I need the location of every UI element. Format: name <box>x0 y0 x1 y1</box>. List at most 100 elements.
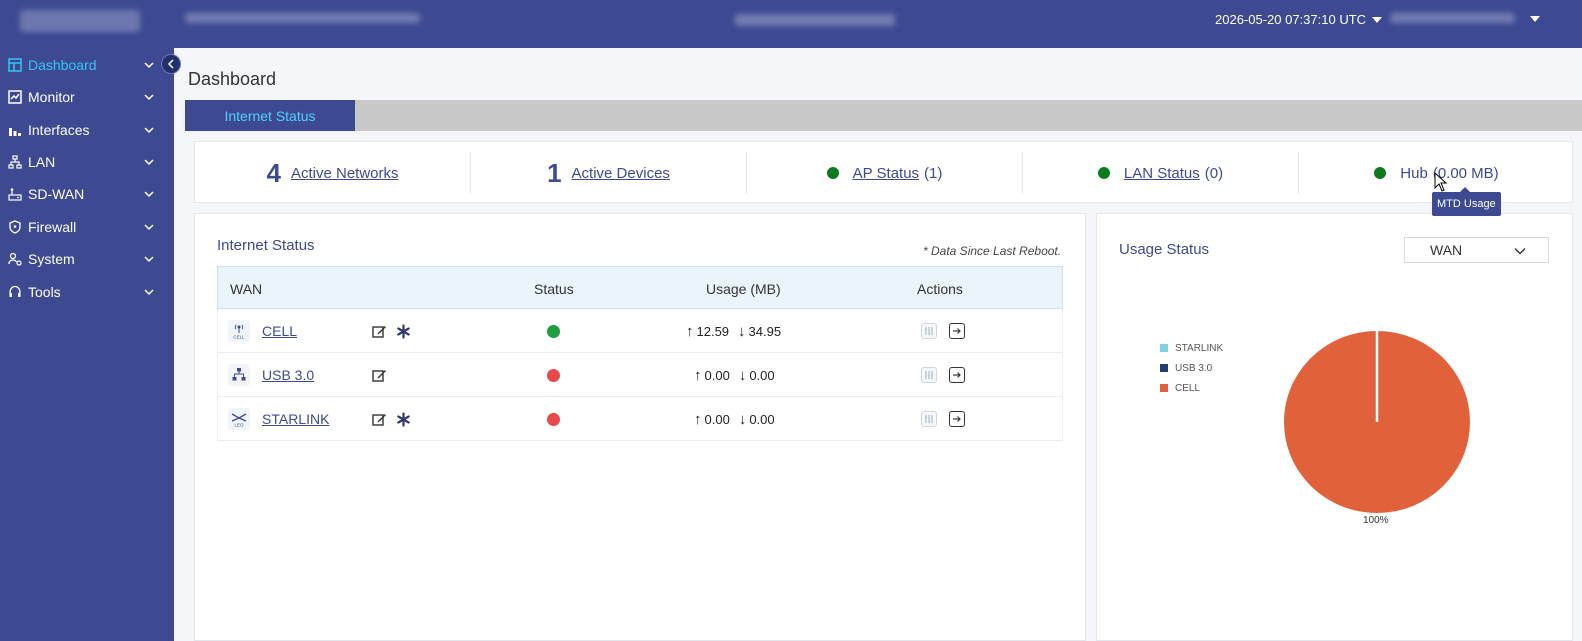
chevron-down-icon <box>144 94 154 101</box>
bar-chart-icon <box>8 123 22 137</box>
page-title: Dashboard <box>188 69 277 89</box>
login-arrow-icon[interactable] <box>949 367 965 383</box>
satellite-icon: LEO <box>228 408 250 430</box>
arrow-down-icon: ↓ <box>738 322 746 340</box>
caret-down-icon <box>1372 16 1383 23</box>
ap-status-link[interactable]: AP Status <box>853 165 919 182</box>
chevron-down-icon <box>144 127 154 134</box>
internet-status-card: Internet Status * Data Since Last Reboot… <box>194 213 1086 641</box>
column-header-usage: Usage (MB) <box>706 281 781 297</box>
wan-link-usb[interactable]: USB 3.0 <box>262 367 314 383</box>
datetime-dropdown[interactable]: 2026-05-20 07:37:10 UTC <box>1215 12 1383 27</box>
settings-sliders-icon[interactable] <box>921 367 937 383</box>
wan-select-value: WAN <box>1430 242 1463 258</box>
settings-sliders-icon[interactable] <box>921 411 937 427</box>
table-row: CELL CELL ↑ 12.59 ↓ 34.95 <box>217 309 1063 353</box>
wan-link-starlink[interactable]: STARLINK <box>262 411 329 427</box>
legend-label: CELL <box>1175 382 1201 394</box>
cell-tower-icon: CELL <box>228 320 250 342</box>
chevron-down-icon <box>1514 248 1526 255</box>
sidebar-item-firewall[interactable]: Firewall <box>0 212 174 242</box>
sidebar-item-sd-wan[interactable]: SD-WAN <box>0 179 174 209</box>
sidebar-item-label: Interfaces <box>28 122 90 138</box>
summary-ap-status: AP Status (1) <box>747 142 1022 204</box>
system-icon <box>8 252 22 266</box>
sidebar-item-dashboard[interactable]: Dashboard <box>0 50 174 80</box>
summary-lan-status: LAN Status (0) <box>1023 142 1298 204</box>
edit-icon[interactable] <box>370 366 388 384</box>
legend-item-starlink[interactable]: STARLINK <box>1160 338 1223 358</box>
monitor-icon <box>8 90 22 104</box>
network-icon <box>228 364 250 386</box>
chevron-left-icon <box>167 59 174 69</box>
blurred-username[interactable] <box>1390 13 1515 23</box>
settings-sliders-icon[interactable] <box>921 323 937 339</box>
shield-icon <box>8 220 22 234</box>
usage-cell: ↑ 0.00 ↓ 0.00 <box>694 353 775 397</box>
arrow-up-icon: ↑ <box>686 322 694 340</box>
lan-icon <box>8 155 22 169</box>
sidebar-item-system[interactable]: System <box>0 244 174 274</box>
sidebar-item-label: Dashboard <box>28 57 97 73</box>
tab-internet-status[interactable]: Internet Status <box>185 100 355 131</box>
hub-status-dot <box>1374 167 1387 179</box>
usage-up: 0.00 <box>704 367 730 383</box>
user-caret-down-icon[interactable] <box>1530 16 1540 22</box>
usage-pie-chart <box>1284 331 1470 513</box>
lan-status-count: (0) <box>1204 164 1224 182</box>
chevron-down-icon <box>144 256 154 263</box>
chevron-down-icon <box>144 289 154 296</box>
column-header-actions: Actions <box>917 281 963 297</box>
active-devices-link[interactable]: Active Devices <box>572 165 670 182</box>
sidebar-item-lan[interactable]: LAN <box>0 147 174 177</box>
legend-swatch <box>1160 384 1168 392</box>
internet-status-title: Internet Status <box>217 237 315 254</box>
chart-legend: STARLINK USB 3.0 CELL <box>1160 338 1223 398</box>
usage-down: 0.00 <box>749 411 775 427</box>
table-row: LEO STARLINK ↑ 0.00 ↓ 0.00 <box>217 397 1063 441</box>
summary-active-networks: 4 Active Networks <box>195 142 470 204</box>
login-arrow-icon[interactable] <box>949 323 965 339</box>
asterisk-icon[interactable] <box>394 322 412 340</box>
sidebar-item-monitor[interactable]: Monitor <box>0 82 174 112</box>
wan-select[interactable]: WAN <box>1404 237 1549 263</box>
sdwan-icon <box>8 187 22 201</box>
mouse-cursor-icon <box>1434 172 1448 192</box>
wan-link-cell[interactable]: CELL <box>262 323 297 339</box>
sidebar-collapse-button[interactable] <box>161 54 181 74</box>
sidebar-item-interfaces[interactable]: Interfaces <box>0 115 174 145</box>
column-header-status: Status <box>534 281 574 297</box>
edit-icon[interactable] <box>370 322 388 340</box>
lan-status-link[interactable]: LAN Status <box>1124 165 1200 182</box>
legend-item-usb[interactable]: USB 3.0 <box>1160 358 1223 378</box>
status-dot-offline <box>547 412 560 426</box>
usage-status-card: Usage Status WAN STARLINK USB 3.0 CELL 1… <box>1096 213 1573 641</box>
arrow-up-icon: ↑ <box>694 410 702 428</box>
datetime-text: 2026-05-20 07:37:10 UTC <box>1215 12 1367 27</box>
svg-text:CELL: CELL <box>233 335 245 340</box>
asterisk-icon[interactable] <box>394 410 412 428</box>
sidebar-item-tools[interactable]: Tools <box>0 277 174 307</box>
sidebar-item-label: SD-WAN <box>28 186 85 202</box>
arrow-down-icon: ↓ <box>738 366 747 384</box>
legend-label: USB 3.0 <box>1175 362 1213 374</box>
usage-cell: ↑ 12.59 ↓ 34.95 <box>686 309 781 353</box>
active-networks-link[interactable]: Active Networks <box>291 165 399 182</box>
column-header-wan: WAN <box>230 281 263 297</box>
legend-label: STARLINK <box>1175 342 1224 354</box>
edit-icon[interactable] <box>370 410 388 428</box>
status-dot-offline <box>547 368 560 382</box>
sidebar-item-label: System <box>28 251 75 267</box>
active-networks-count: 4 <box>266 157 281 188</box>
lan-status-dot <box>1097 167 1110 179</box>
ap-status-count: (1) <box>924 164 943 182</box>
login-arrow-icon[interactable] <box>949 411 965 427</box>
hub-label[interactable]: Hub <box>1400 165 1428 182</box>
status-dot-online <box>547 324 560 338</box>
chevron-down-icon <box>144 191 154 198</box>
blurred-hostname <box>735 14 895 26</box>
logo <box>20 10 140 32</box>
table-header: WAN Status Usage (MB) Actions <box>217 266 1063 309</box>
legend-item-cell[interactable]: CELL <box>1160 378 1223 398</box>
mtd-usage-tooltip: MTD Usage <box>1432 187 1501 216</box>
